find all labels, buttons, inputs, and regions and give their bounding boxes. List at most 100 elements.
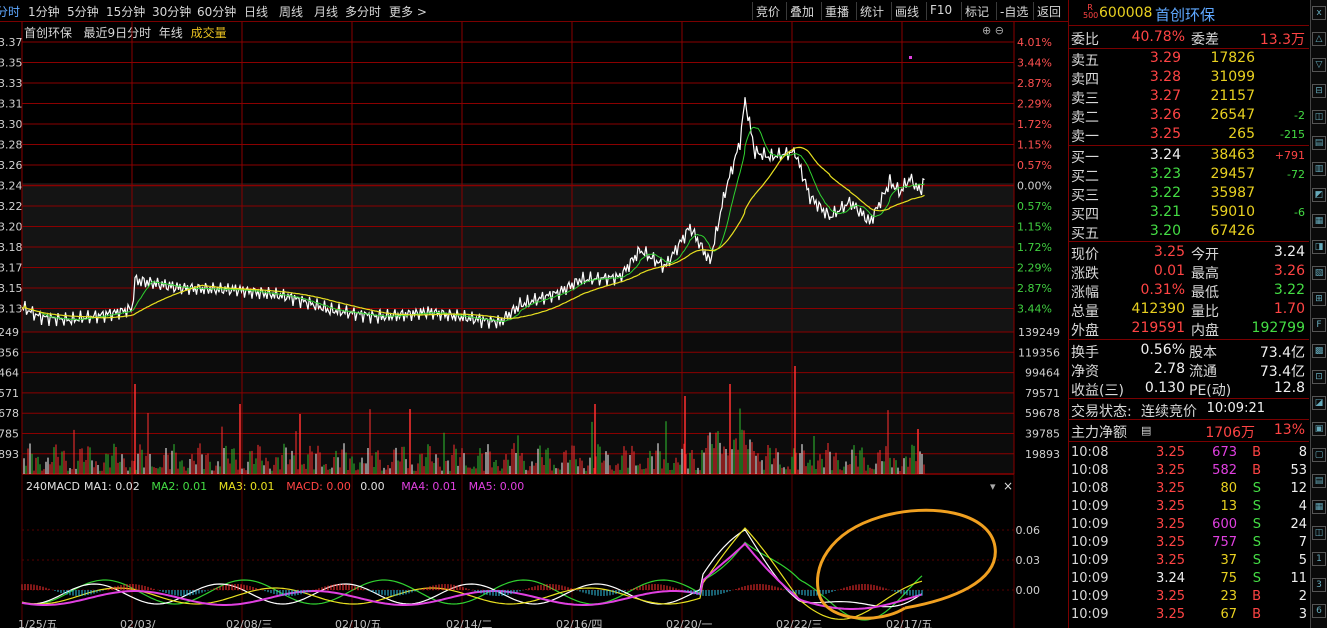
pct-tick-right: 3.44% [1017, 57, 1052, 70]
toolbar-right-3[interactable]: 统计 [860, 3, 884, 20]
weicha-label: 委差 [1191, 32, 1219, 48]
side-tool-icon[interactable]: 6 [1312, 604, 1326, 618]
stock-code: 600008 [1099, 5, 1153, 21]
tab-period-0[interactable]: 1分钟 [28, 3, 60, 20]
side-tool-icon[interactable]: ⊡ [1312, 370, 1326, 384]
marker-dot [909, 56, 912, 59]
volume-tick-right: 99464 [1025, 367, 1060, 380]
price-chart[interactable]: 3.37 4.01% 3.35 3.44% 3.33 2.87% 3.31 2.29% 3.30… [0, 22, 1068, 628]
side-tool-icon[interactable]: x [1312, 6, 1326, 20]
toolbar-right-8[interactable]: 返回 [1037, 3, 1061, 20]
side-tool-icon[interactable]: ▽ [1312, 58, 1326, 72]
bids-volume: 67426 [1210, 223, 1255, 239]
asks-row: 卖二 3.26 26547 -2 [1069, 106, 1309, 126]
stat-label: 现价 [1071, 247, 1099, 263]
stat-label: 涨幅 [1071, 285, 1099, 301]
tab-period-2[interactable]: 15分钟 [106, 3, 145, 20]
bids-row: 买三 3.22 35987 [1069, 184, 1309, 204]
side-tool-icon[interactable]: 1 [1312, 552, 1326, 566]
toolbar-right-0[interactable]: 竞价 [756, 3, 780, 20]
trade-row: 10:09 3.25 37 S 5 [1069, 552, 1309, 570]
asks-label: 卖三 [1071, 91, 1099, 107]
toolbar-right-4[interactable]: 画线 [895, 3, 919, 20]
side-tool-icon[interactable]: F [1312, 318, 1326, 332]
divider [1069, 419, 1309, 420]
toolbar-right-2[interactable]: 重播 [825, 3, 849, 20]
tab-period-9[interactable]: 更多 > [389, 3, 427, 20]
stat-value: 1.70 [1273, 301, 1305, 317]
divider [1069, 339, 1309, 340]
trade-direction: S [1252, 571, 1261, 586]
status-label: 交易状态: [1071, 404, 1132, 420]
volume-tick-right: 139249 [1018, 326, 1060, 339]
bids-label: 买一 [1071, 150, 1099, 166]
fundamental-value: 0.56% [1140, 342, 1185, 358]
macd-close-icon: × [1003, 479, 1013, 493]
stock-badge: R 500 [1083, 4, 1098, 20]
fundamental-row: 净资 2.78 流通 73.4亿 [1069, 360, 1309, 380]
volume-tick-right: 39785 [1025, 428, 1060, 441]
trade-price: 3.25 [1156, 463, 1185, 478]
side-tool-icon[interactable]: ▥ [1312, 162, 1326, 176]
side-tool-icon[interactable]: ▦ [1312, 214, 1326, 228]
tab-period-3[interactable]: 30分钟 [152, 3, 191, 20]
side-tool-icon[interactable]: ▢ [1312, 448, 1326, 462]
side-tool-icon[interactable]: ▤ [1312, 136, 1326, 150]
side-tool-icon[interactable]: ◨ [1312, 240, 1326, 254]
macd-title: 240MACD [26, 480, 80, 493]
tab-period-5[interactable]: 日线 [244, 3, 268, 20]
trade-time: 10:09 [1071, 589, 1109, 604]
tab-intraday[interactable]: 分时 [0, 3, 20, 20]
pct-tick-right: 2.29% [1017, 262, 1052, 275]
fundamental-label: PE(动) [1189, 383, 1232, 399]
date-tick: 02/14/二 [446, 618, 492, 628]
pct-tick-right: 2.87% [1017, 282, 1052, 295]
bids-volume: 38463 [1210, 147, 1255, 163]
trade-direction: S [1252, 499, 1261, 514]
side-tool-icon[interactable]: ◪ [1312, 396, 1326, 410]
tab-period-6[interactable]: 周线 [279, 3, 303, 20]
side-tool-icon[interactable]: 3 [1312, 578, 1326, 592]
side-tool-icon[interactable]: ▧ [1312, 266, 1326, 280]
pct-tick-right: 2.87% [1017, 77, 1052, 90]
stat-value: 0.31% [1140, 282, 1185, 298]
side-tool-icon[interactable]: ◫ [1312, 526, 1326, 540]
side-tool-icon[interactable]: ⊞ [1312, 292, 1326, 306]
side-tool-icon[interactable]: △ [1312, 32, 1326, 46]
macd-menu-icon: ▾ [990, 480, 996, 493]
side-tool-icon[interactable]: ◫ [1312, 110, 1326, 124]
trade-volume: 13 [1220, 499, 1237, 514]
asks-change: -2 [1294, 109, 1305, 122]
side-tool-icon[interactable]: ◩ [1312, 188, 1326, 202]
asks-price: 3.26 [1149, 107, 1181, 123]
trade-time: 10:08 [1071, 463, 1109, 478]
toolbar-right-5[interactable]: F10 [930, 3, 952, 17]
side-tool-icon[interactable]: ⊟ [1312, 84, 1326, 98]
toolbar-right-6[interactable]: 标记 [965, 3, 989, 20]
trade-volume: 757 [1212, 535, 1237, 550]
side-tool-icon[interactable]: ▦ [1312, 500, 1326, 514]
toolbar-right-1[interactable]: 叠加 [790, 3, 814, 20]
trade-price: 3.25 [1156, 445, 1185, 460]
tab-period-7[interactable]: 月线 [314, 3, 338, 20]
trade-row: 10:08 3.25 673 B 8 [1069, 444, 1309, 462]
trade-count: 12 [1290, 481, 1307, 496]
tab-period-8[interactable]: 多分时 [345, 3, 381, 20]
bids-label: 买五 [1071, 226, 1099, 242]
price-tick-left: 3.33 [0, 77, 23, 90]
pct-tick-right: 1.72% [1017, 118, 1052, 131]
asks-label: 卖二 [1071, 110, 1099, 126]
stock-name: 首创环保 [1155, 6, 1216, 24]
divider [1069, 25, 1309, 26]
tab-period-4[interactable]: 60分钟 [197, 3, 236, 20]
main-flow-row[interactable]: 主力净额 ▤ 1706万 13% [1069, 421, 1309, 441]
trade-count: 7 [1298, 535, 1307, 550]
toolbar-right-7[interactable]: -自选 [1000, 3, 1028, 20]
tab-period-1[interactable]: 5分钟 [67, 3, 99, 20]
side-tool-icon[interactable]: ▤ [1312, 474, 1326, 488]
pct-tick-right: 1.72% [1017, 241, 1052, 254]
trade-price: 3.25 [1156, 607, 1185, 622]
bids-change: +791 [1274, 149, 1305, 162]
side-tool-icon[interactable]: ▩ [1312, 344, 1326, 358]
side-tool-icon[interactable]: ▣ [1312, 422, 1326, 436]
